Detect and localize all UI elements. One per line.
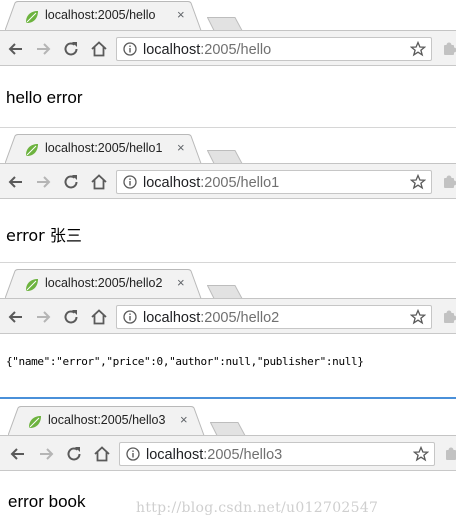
- info-icon[interactable]: [123, 310, 137, 324]
- url-path: :2005/hello2: [200, 310, 280, 326]
- extension-icon[interactable]: [442, 41, 456, 57]
- reload-icon[interactable]: [61, 307, 81, 327]
- back-arrow-icon[interactable]: [8, 444, 28, 464]
- address-bar[interactable]: localhost:2005/hello2: [116, 305, 432, 329]
- bookmark-star-icon[interactable]: [413, 446, 429, 462]
- forward-arrow-icon[interactable]: [33, 39, 53, 59]
- browser-toolbar: localhost:2005/hello3: [0, 435, 456, 471]
- favicon-leaf-icon: [26, 279, 38, 291]
- url-text[interactable]: localhost:2005/hello2: [143, 310, 279, 326]
- info-icon[interactable]: [123, 175, 137, 189]
- extension-icon[interactable]: [444, 446, 456, 462]
- address-bar[interactable]: localhost:2005/hello3: [119, 442, 435, 466]
- tab-title: localhost:2005/hello2: [45, 276, 163, 290]
- close-icon[interactable]: ×: [180, 413, 188, 427]
- extension-icon[interactable]: [442, 309, 456, 325]
- browser-window-2: localhost:2005/hello1 × localhost:2005/h…: [0, 133, 456, 263]
- home-icon[interactable]: [89, 307, 109, 327]
- active-tab[interactable]: localhost:2005/hello1 ×: [5, 134, 203, 164]
- close-icon[interactable]: ×: [177, 8, 185, 22]
- home-icon[interactable]: [92, 444, 112, 464]
- bookmark-star-icon[interactable]: [410, 309, 426, 325]
- active-tab[interactable]: localhost:2005/hello2 ×: [5, 269, 203, 299]
- forward-arrow-icon[interactable]: [36, 444, 56, 464]
- favicon-leaf-icon: [26, 144, 38, 156]
- json-response-text: {"name":"error","price":0,"author":null,…: [6, 355, 364, 368]
- bookmark-star-icon[interactable]: [410, 174, 426, 190]
- home-icon[interactable]: [89, 39, 109, 59]
- back-arrow-icon[interactable]: [6, 172, 26, 192]
- page-body-text: error book: [8, 492, 86, 511]
- favicon-leaf-icon: [26, 11, 38, 23]
- active-tab[interactable]: localhost:2005/hello ×: [5, 1, 203, 31]
- new-tab-button[interactable]: [207, 285, 243, 299]
- browser-window-1: localhost:2005/hello × localhost:2005/he…: [0, 0, 456, 128]
- reload-icon[interactable]: [61, 39, 81, 59]
- extension-icon[interactable]: [442, 174, 456, 190]
- watermark-text: http://blog.csdn.net/u012702547: [136, 500, 379, 516]
- back-arrow-icon[interactable]: [6, 307, 26, 327]
- tab-title: localhost:2005/hello1: [45, 141, 163, 155]
- reload-icon[interactable]: [61, 172, 81, 192]
- new-tab-button[interactable]: [210, 422, 246, 436]
- url-path: :2005/hello: [200, 42, 272, 58]
- url-text[interactable]: localhost:2005/hello1: [143, 175, 279, 191]
- tab-strip: localhost:2005/hello ×: [0, 0, 456, 31]
- browser-toolbar: localhost:2005/hello2: [0, 298, 456, 334]
- url-host: localhost: [146, 447, 204, 463]
- tab-title: localhost:2005/hello: [45, 8, 156, 22]
- close-icon[interactable]: ×: [177, 141, 185, 155]
- info-icon[interactable]: [123, 42, 137, 56]
- forward-arrow-icon[interactable]: [33, 172, 53, 192]
- address-bar[interactable]: localhost:2005/hello1: [116, 170, 432, 194]
- tab-strip: localhost:2005/hello3 ×: [0, 405, 456, 436]
- bookmark-star-icon[interactable]: [410, 41, 426, 57]
- reload-icon[interactable]: [64, 444, 84, 464]
- forward-arrow-icon[interactable]: [33, 307, 53, 327]
- window-divider: [0, 127, 456, 128]
- page-body-text: hello error: [6, 88, 83, 107]
- url-path: :2005/hello1: [200, 175, 280, 191]
- tab-strip: localhost:2005/hello1 ×: [0, 133, 456, 164]
- url-path: :2005/hello3: [203, 447, 283, 463]
- address-bar[interactable]: localhost:2005/hello: [116, 37, 432, 61]
- home-icon[interactable]: [89, 172, 109, 192]
- tab-strip: localhost:2005/hello2 ×: [0, 268, 456, 299]
- info-icon[interactable]: [126, 447, 140, 461]
- url-host: localhost: [143, 42, 201, 58]
- browser-toolbar: localhost:2005/hello1: [0, 163, 456, 199]
- close-icon[interactable]: ×: [177, 276, 185, 290]
- window-divider: [0, 397, 456, 399]
- back-arrow-icon[interactable]: [6, 39, 26, 59]
- window-divider: [0, 262, 456, 263]
- active-tab[interactable]: localhost:2005/hello3 ×: [8, 406, 206, 436]
- new-tab-button[interactable]: [207, 17, 243, 31]
- url-host: localhost: [143, 175, 201, 191]
- browser-window-3: localhost:2005/hello2 × localhost:2005/h…: [0, 268, 456, 399]
- new-tab-button[interactable]: [207, 150, 243, 164]
- url-text[interactable]: localhost:2005/hello: [143, 42, 271, 58]
- url-text[interactable]: localhost:2005/hello3: [146, 447, 282, 463]
- browser-toolbar: localhost:2005/hello: [0, 30, 456, 66]
- url-host: localhost: [143, 310, 201, 326]
- tab-title: localhost:2005/hello3: [48, 413, 166, 427]
- page-body-text: error 张三: [6, 226, 82, 245]
- favicon-leaf-icon: [29, 416, 41, 428]
